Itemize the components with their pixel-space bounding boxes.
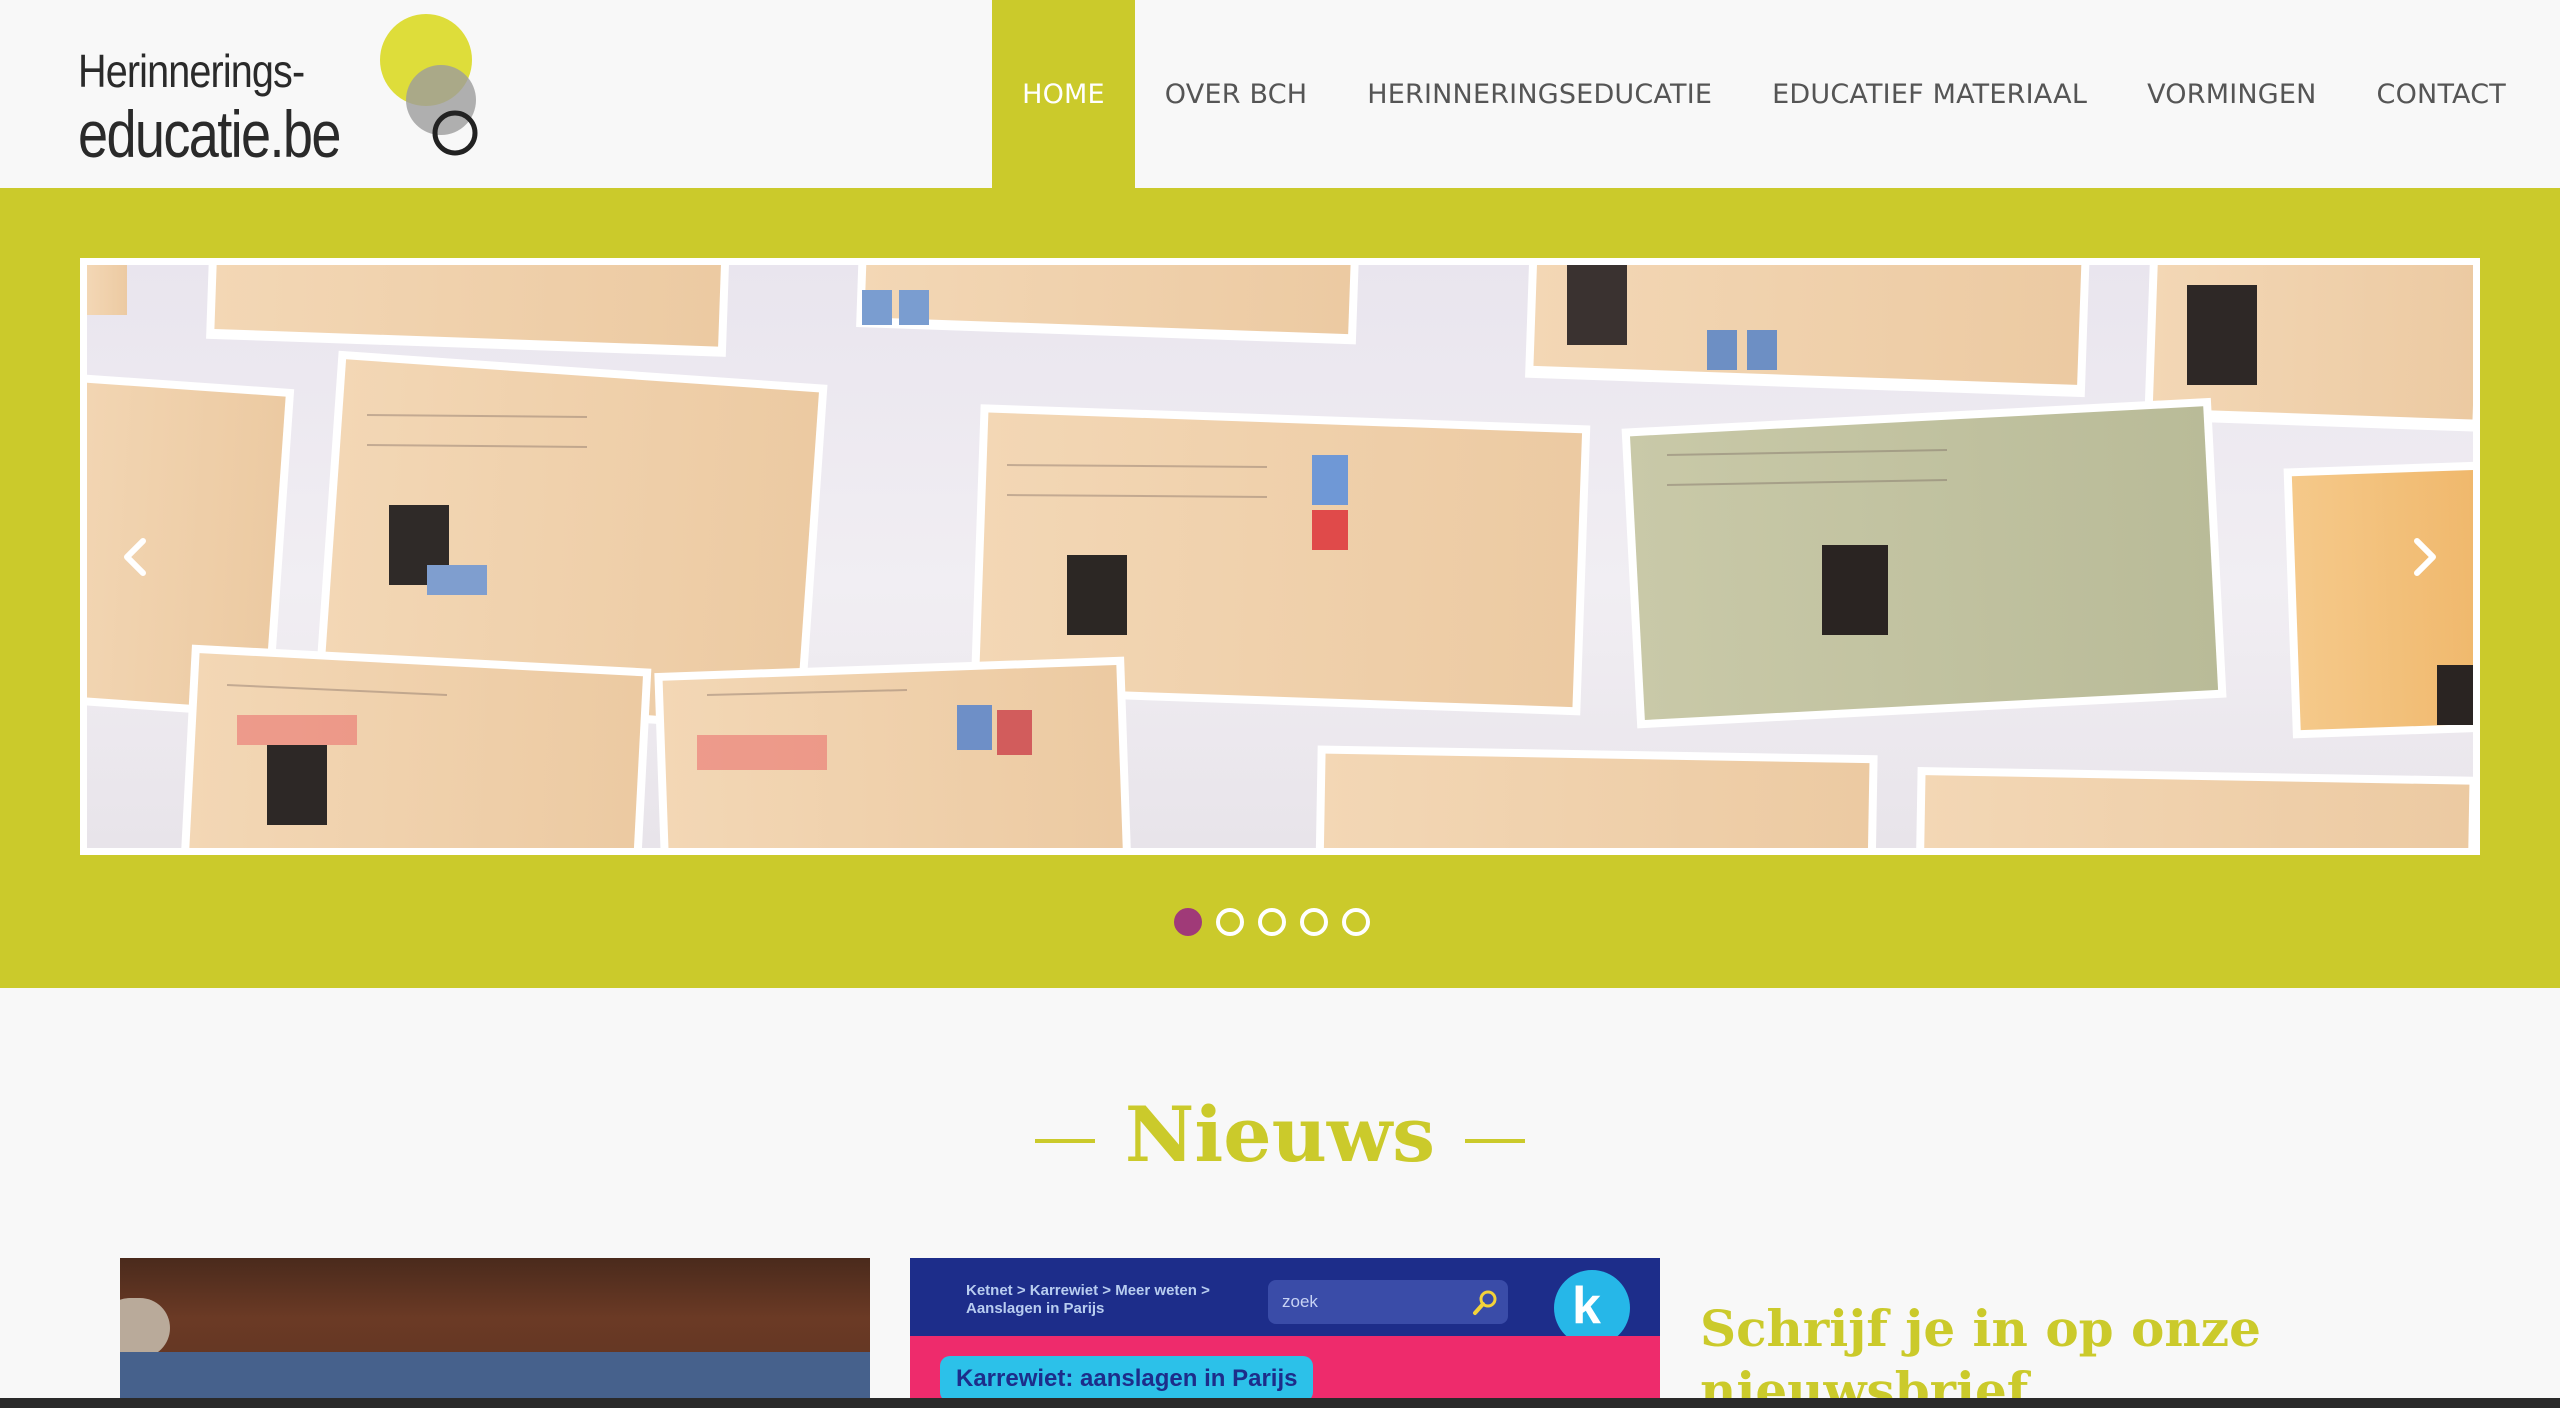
bottom-edge-bar — [0, 1398, 2560, 1408]
news-card-2-headline: Karrewiet: aanslagen in Parijs — [940, 1356, 1314, 1402]
ketnet-search-box: zoek — [1268, 1280, 1508, 1324]
hero-slider-section — [0, 188, 2560, 988]
slider-dot-3[interactable] — [1258, 908, 1286, 936]
slider-pagination — [0, 908, 2552, 936]
photo-detail — [120, 1298, 170, 1358]
heading-rule-left — [1034, 1139, 1095, 1143]
slider-dot-1[interactable] — [1174, 908, 1202, 936]
slider-next-arrow-icon[interactable] — [2395, 527, 2455, 587]
slider-dot-4[interactable] — [1300, 908, 1328, 936]
image-slider — [80, 258, 2480, 855]
ketnet-search-placeholder: zoek — [1282, 1292, 1318, 1311]
news-heading: Nieuws — [0, 1090, 2560, 1179]
newsletter-heading-line-1: Schrijf je in op onze — [1700, 1299, 2261, 1358]
nav-item-over-bch[interactable]: OVER BCH — [1135, 0, 1337, 188]
main-navigation: HOME OVER BCH HERINNERINGSEDUCATIE EDUCA… — [992, 0, 2536, 188]
slider-prev-arrow-icon[interactable] — [105, 527, 165, 587]
ketnet-breadcrumb: Ketnet > Karrewiet > Meer weten > Aansla… — [966, 1282, 1210, 1318]
nav-item-contact[interactable]: CONTACT — [2347, 0, 2536, 188]
site-logo[interactable]: Herinnerings- educatie.be — [78, 10, 498, 180]
slider-dot-2[interactable] — [1216, 908, 1244, 936]
id-cards-photo — [87, 265, 2473, 848]
news-card-1-image[interactable] — [120, 1258, 870, 1408]
ketnet-logo-icon: k — [1554, 1270, 1630, 1346]
slider-dot-5[interactable] — [1342, 908, 1370, 936]
site-header: Herinnerings- educatie.be HOME OVER BCH … — [0, 0, 2560, 188]
news-heading-text: Nieuws — [1124, 1090, 1436, 1179]
breadcrumb-line-2: Aanslagen in Parijs — [966, 1300, 1105, 1317]
slide-image — [87, 265, 2473, 848]
nav-item-home[interactable]: HOME — [992, 0, 1135, 188]
newsletter-heading: Schrijf je in op onze nieuwsbrief — [1700, 1298, 2261, 1408]
breadcrumb-line-1: Ketnet > Karrewiet > Meer weten > — [966, 1282, 1210, 1299]
nav-item-herinneringseducatie[interactable]: HERINNERINGSEDUCATIE — [1337, 0, 1742, 188]
heading-rule-right — [1465, 1139, 1526, 1143]
logo-text-line2: educatie.be — [78, 97, 341, 171]
logo-text-line1: Herinnerings- — [78, 45, 305, 97]
nav-item-educatief-materiaal[interactable]: EDUCATIEF MATERIAAL — [1742, 0, 2117, 188]
news-card-2-image[interactable]: Ketnet > Karrewiet > Meer weten > Aansla… — [910, 1258, 1660, 1408]
nav-item-vormingen[interactable]: VORMINGEN — [2117, 0, 2346, 188]
ketnet-logo-letter: k — [1572, 1277, 1601, 1335]
search-icon — [1473, 1290, 1497, 1315]
logo-circles-icon — [380, 14, 478, 156]
